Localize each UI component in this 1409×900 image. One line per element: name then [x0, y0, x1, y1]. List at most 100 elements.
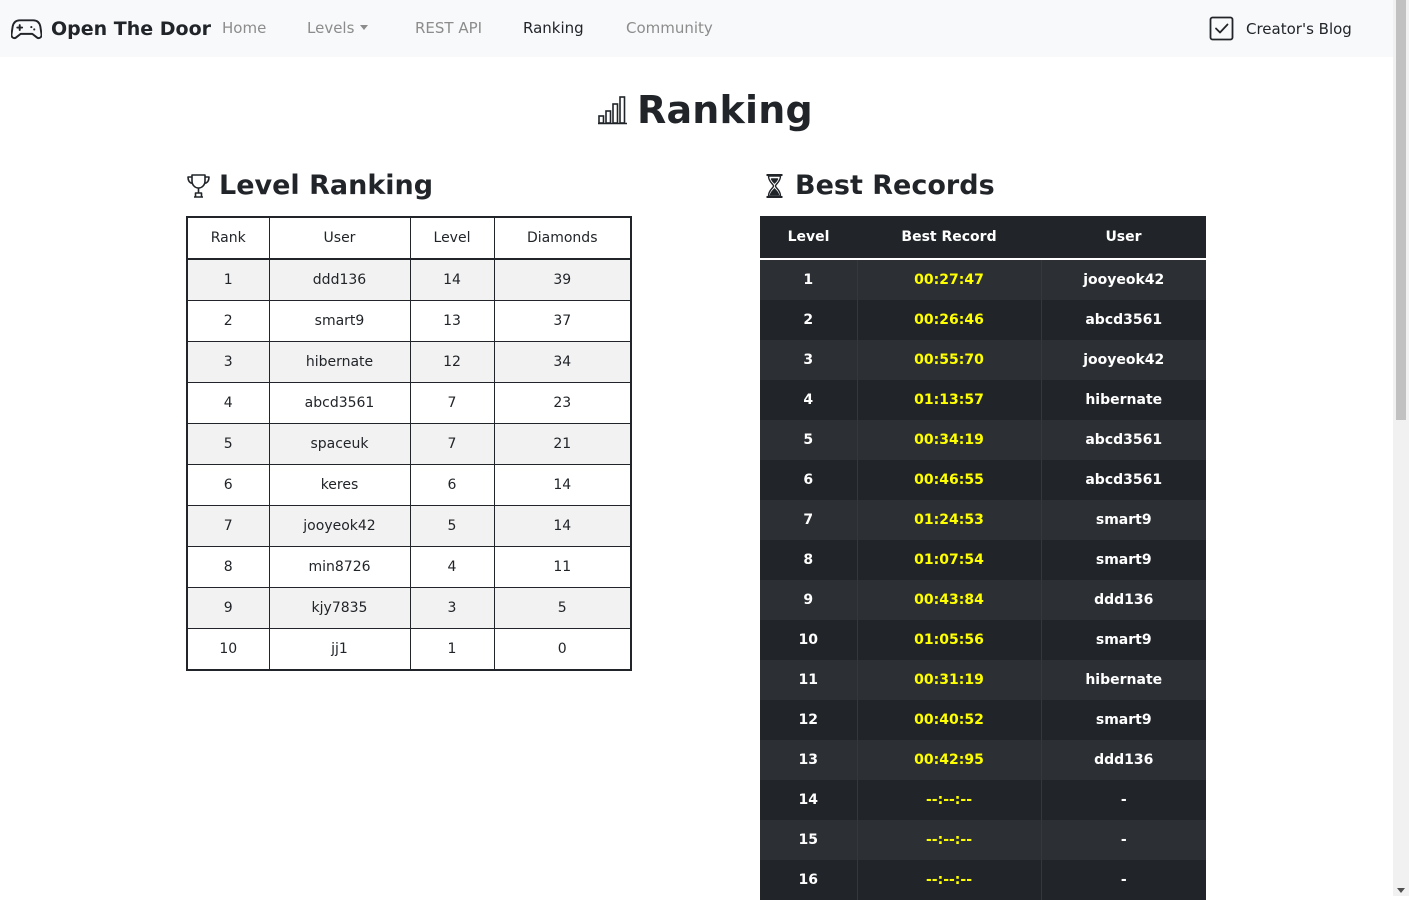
- nav-ranking[interactable]: Ranking: [523, 19, 584, 37]
- cell-level: 13: [409, 300, 495, 342]
- cell-level: 12: [798, 712, 818, 728]
- cell-best-record: 00:55:70: [856, 340, 1041, 380]
- cell-user: kjy7835: [268, 587, 411, 629]
- cell-level: 14: [409, 258, 495, 301]
- table-row: 5 spaceuk 7 21: [186, 423, 632, 465]
- cell-user: jooyeok42: [268, 505, 411, 547]
- cell-rank: 9: [186, 587, 270, 629]
- cell-best-record: --:--:--: [856, 780, 1041, 820]
- nav-community[interactable]: Community: [626, 19, 713, 37]
- cell-diamonds: 39: [493, 258, 632, 301]
- cell-best-record: 00:34:19: [856, 420, 1041, 460]
- cell-user: jj1: [268, 628, 411, 671]
- cell-best-record: --:--:--: [856, 820, 1041, 860]
- column-header-rank: Rank: [186, 216, 270, 260]
- brand-link[interactable]: Open The Door: [11, 14, 211, 44]
- cell-best-record: 00:43:84: [856, 580, 1041, 620]
- scrollbar-thumb[interactable]: [1396, 0, 1406, 420]
- table-row: 6 keres 6 14: [186, 464, 632, 506]
- table-row: 13 00:42:95 ddd136: [760, 740, 1206, 780]
- table-row: 11 00:31:19 hibernate: [760, 660, 1206, 700]
- cell-level: 8: [803, 552, 814, 568]
- check-square-icon: [1209, 16, 1234, 41]
- cell-level: 1: [803, 272, 814, 288]
- best-records-heading: Best Records: [762, 170, 995, 201]
- page-title-text: Ranking: [637, 88, 813, 132]
- cell-rank: 5: [186, 423, 270, 465]
- creators-blog-label: Creator's Blog: [1246, 19, 1352, 38]
- cell-rank: 4: [186, 382, 270, 424]
- table-row: 1 ddd136 14 39: [186, 258, 632, 301]
- table-row: 4 01:13:57 hibernate: [760, 380, 1206, 420]
- cell-rank: 8: [186, 546, 270, 588]
- cell-user: hibernate: [268, 341, 411, 383]
- caret-down-icon: [360, 25, 369, 30]
- cell-level: 11: [798, 672, 818, 688]
- cell-rank: 1: [186, 258, 270, 301]
- cell-user: jooyeok42: [1040, 340, 1206, 380]
- cell-best-record: 00:27:47: [856, 259, 1041, 300]
- table-row: 7 01:24:53 smart9: [760, 500, 1206, 540]
- nav-levels-label: Levels: [307, 19, 355, 37]
- cell-rank: 10: [186, 628, 270, 671]
- cell-user: abcd3561: [1040, 420, 1206, 460]
- cell-level: 5: [409, 505, 495, 547]
- table-row: 8 min8726 4 11: [186, 546, 632, 588]
- cell-level: 7: [409, 382, 495, 424]
- creators-blog-link[interactable]: Creator's Blog: [1209, 16, 1352, 41]
- level-ranking-heading: Level Ranking: [186, 170, 433, 201]
- column-header-user: User: [1041, 216, 1206, 260]
- cell-rank: 2: [186, 300, 270, 342]
- cell-best-record: 01:07:54: [856, 540, 1041, 580]
- level-ranking-title: Level Ranking: [219, 170, 434, 201]
- cell-user: min8726: [268, 546, 411, 588]
- nav-levels-dropdown[interactable]: Levels: [307, 19, 369, 37]
- cell-level: 6: [803, 472, 814, 488]
- cell-level: 6: [409, 464, 495, 506]
- cell-user: spaceuk: [268, 423, 411, 465]
- cell-rank: 3: [186, 341, 270, 383]
- table-row: 6 00:46:55 abcd3561: [760, 460, 1206, 500]
- cell-level: 14: [798, 792, 818, 808]
- nav-home[interactable]: Home: [222, 19, 266, 37]
- cell-level: 3: [409, 587, 495, 629]
- table-row: 10 01:05:56 smart9: [760, 620, 1206, 660]
- cell-diamonds: 0: [493, 628, 632, 671]
- gamepad-icon: [11, 19, 42, 40]
- table-row: 9 00:43:84 ddd136: [760, 580, 1206, 620]
- cell-user: abcd3561: [1040, 300, 1206, 340]
- cell-diamonds: 37: [493, 300, 632, 342]
- cell-diamonds: 14: [493, 464, 632, 506]
- cell-user: keres: [268, 464, 411, 506]
- table-row: 1 00:27:47 jooyeok42: [760, 259, 1206, 300]
- table-row: 9 kjy7835 3 5: [186, 587, 632, 629]
- cell-user: smart9: [1040, 620, 1206, 660]
- table-row: 4 abcd3561 7 23: [186, 382, 632, 424]
- table-row: 15 --:--:-- -: [760, 820, 1206, 860]
- cell-best-record: --:--:--: [856, 860, 1041, 900]
- cell-level: 4: [409, 546, 495, 588]
- table-row: 10 jj1 1 0: [186, 628, 632, 671]
- table-row: 3 hibernate 12 34: [186, 341, 632, 383]
- table-row: 8 01:07:54 smart9: [760, 540, 1206, 580]
- cell-level: 15: [798, 832, 818, 848]
- cell-level: 12: [409, 341, 495, 383]
- cell-best-record: 00:46:55: [856, 460, 1041, 500]
- best-records-table: Level Best Record User 1 00:27:47 jooyeok4…: [760, 216, 1206, 900]
- page-scrollbar[interactable]: [1393, 0, 1409, 896]
- cell-user: abcd3561: [268, 382, 411, 424]
- cell-level: 16: [798, 872, 818, 888]
- table-header-row: Level Best Record User: [760, 216, 1206, 260]
- cell-level: 1: [409, 628, 495, 671]
- nav-rest-api[interactable]: REST API: [415, 19, 482, 37]
- scroll-down-arrow-icon[interactable]: [1397, 888, 1405, 893]
- cell-level: 9: [803, 592, 814, 608]
- cell-diamonds: 11: [493, 546, 632, 588]
- table-row: 16 --:--:-- -: [760, 860, 1206, 900]
- cell-level: 7: [803, 512, 814, 528]
- cell-best-record: 01:05:56: [856, 620, 1041, 660]
- cell-level: 2: [803, 312, 814, 328]
- column-header-level: Level: [409, 216, 495, 260]
- page-title: Ranking: [597, 88, 813, 132]
- cell-user: -: [1040, 820, 1206, 860]
